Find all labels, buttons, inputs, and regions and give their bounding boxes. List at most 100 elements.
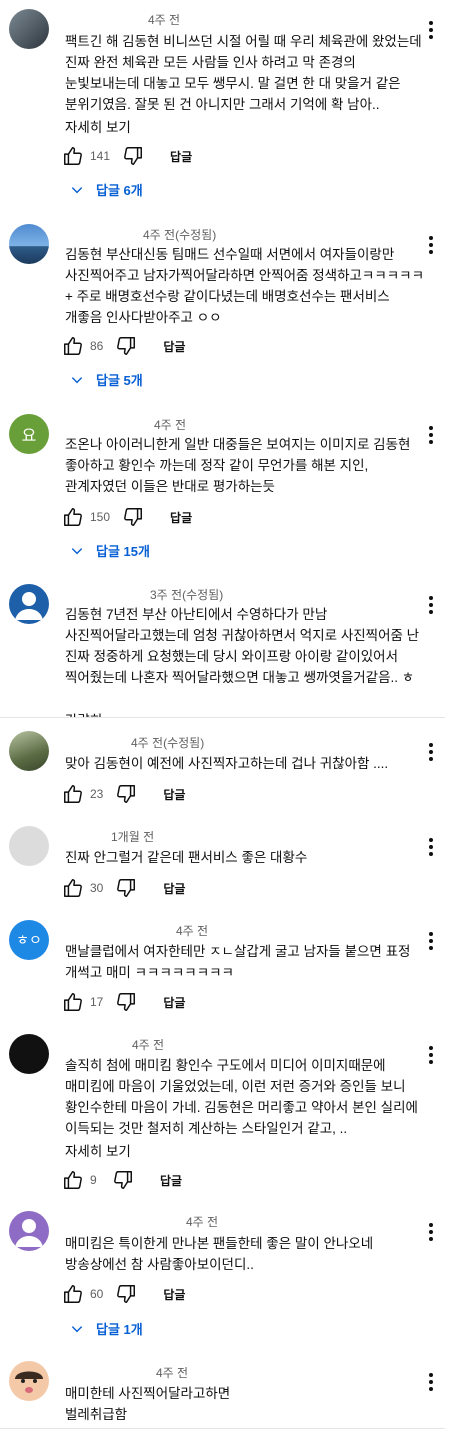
show-less-link[interactable]: 간략히 [65, 709, 102, 717]
thumbs-up-icon[interactable] [62, 506, 84, 528]
avatar[interactable] [9, 9, 49, 49]
reply-button[interactable]: 답글 [163, 338, 185, 355]
comment-actions: 141 답글 [62, 144, 192, 168]
reply-button[interactable]: 답글 [163, 786, 185, 803]
thumbs-down-icon[interactable] [115, 877, 137, 899]
reply-button[interactable]: 답글 [170, 509, 192, 526]
replies-count: 답글 6개 [96, 183, 143, 198]
view-replies-button[interactable]: 답글 1개 [70, 1319, 143, 1338]
comment-text: 맞아 김동현이 예전에 사진찍자고하는데 겁나 귀찮아함 .... [65, 756, 389, 771]
thumbs-down-icon[interactable] [112, 1169, 134, 1191]
thumbs-up-icon[interactable] [62, 1169, 84, 1191]
comment-text: 김동현 부산대신동 팀매드 선수일때 서면에서 여자들이랑만 사진찍어주고 남자… [65, 247, 425, 325]
more-vert-icon[interactable] [423, 593, 439, 617]
thumbs-down-icon[interactable] [115, 1283, 137, 1305]
comment-time: 4주 전 [176, 924, 209, 938]
view-replies-button[interactable]: 답글 6개 [70, 180, 143, 199]
like-count: 30 [90, 881, 104, 895]
like-count: 60 [90, 1287, 104, 1301]
comment-time: 4주 전(수정됨) [131, 736, 205, 750]
more-vert-icon[interactable] [423, 423, 439, 447]
thumbs-down-icon[interactable] [115, 335, 137, 357]
avatar[interactable] [9, 731, 49, 771]
more-vert-icon[interactable] [423, 18, 439, 42]
comment-actions: 150 답글 [62, 505, 192, 529]
like-count: 86 [90, 339, 104, 353]
comment-text: 맨날클럽에서 여자한테만 ㅈㄴ살갑게 굴고 남자들 붙으면 표정 개썩고 매미 … [65, 944, 411, 980]
thumbs-down-icon[interactable] [122, 145, 144, 167]
thumbs-down-icon[interactable] [115, 991, 137, 1013]
comment-time: 4주 전(수정됨) [143, 228, 217, 242]
more-vert-icon[interactable] [423, 1220, 439, 1244]
avatar[interactable]: ㅎㅇ [9, 920, 49, 960]
avatar-letter: ㅎㅇ [16, 932, 42, 948]
default-user-icon [15, 592, 43, 620]
collapse-clip: 간략히 [0, 700, 473, 717]
like-count: 150 [90, 510, 111, 524]
chevron-down-icon [71, 186, 83, 193]
reply-button[interactable]: 답글 [170, 148, 192, 165]
thumbs-up-icon[interactable] [62, 145, 84, 167]
like-count: 141 [90, 149, 111, 163]
replies-count: 답글 5개 [96, 373, 143, 388]
avatar[interactable] [9, 1361, 49, 1401]
avatar-letter: 요 [21, 428, 37, 445]
more-vert-icon[interactable] [423, 1370, 439, 1394]
chevron-down-icon [71, 1325, 83, 1332]
comment-time: 4주 전 [132, 1038, 165, 1052]
reply-button[interactable]: 답글 [163, 994, 185, 1011]
avatar[interactable] [9, 1211, 49, 1251]
comment-time: 4주 전 [154, 418, 187, 432]
thumbs-up-icon[interactable] [62, 991, 84, 1013]
avatar[interactable]: 요 [9, 414, 49, 454]
comment-text: 조온나 아이러니한게 일반 대중들은 보여지는 이미지로 김동현 좋아하고 황인… [65, 437, 411, 494]
read-more-link[interactable]: 자세히 보기 [65, 1140, 131, 1160]
more-vert-icon[interactable] [423, 233, 439, 257]
comment-time: 4주 전 [148, 13, 181, 27]
comment-text: 솔직히 첨에 매미킴 황인수 구도에서 미디어 이미지때문에 매미킴에 마음이 … [65, 1058, 418, 1136]
like-count: 9 [90, 1173, 97, 1187]
comment-actions: 60 답글 [62, 1282, 185, 1306]
more-vert-icon[interactable] [423, 1043, 439, 1067]
comment-text: 매미킴은 특이한게 만나본 팬들한테 좋은 말이 안나오네 방송상에선 참 사람… [65, 1236, 374, 1272]
thumbs-up-icon[interactable] [62, 335, 84, 357]
comment-actions: 17 답글 [62, 990, 185, 1014]
more-vert-icon[interactable] [423, 740, 439, 764]
comment-time: 1개월 전 [111, 830, 155, 844]
avatar[interactable] [9, 584, 49, 624]
comment-actions: 30 답글 [62, 876, 185, 900]
chevron-down-icon [71, 547, 83, 554]
reply-button[interactable]: 답글 [163, 1286, 185, 1303]
read-more-link[interactable]: 자세히 보기 [65, 116, 131, 136]
thumbs-up-icon[interactable] [62, 783, 84, 805]
thumbs-up-icon[interactable] [62, 1283, 84, 1305]
more-vert-icon[interactable] [423, 835, 439, 859]
replies-count: 답글 1개 [96, 1322, 143, 1337]
like-count: 17 [90, 995, 104, 1009]
comment-time: 4주 전 [156, 1366, 189, 1380]
like-count: 23 [90, 787, 104, 801]
more-vert-icon[interactable] [423, 929, 439, 953]
chevron-down-icon [71, 376, 83, 383]
comment-text: 김동현 7년전 부산 아난티에서 수영하다가 만남 사진찍어달라고했는데 엄청 … [65, 607, 420, 685]
avatar[interactable] [9, 224, 49, 264]
cartoon-face-icon [15, 1371, 43, 1393]
view-replies-button[interactable]: 답글 15개 [70, 541, 150, 560]
divider [0, 1428, 445, 1429]
thumbs-down-icon[interactable] [122, 506, 144, 528]
avatar[interactable] [9, 1034, 49, 1074]
comment-text: 진짜 안그럴거 같은데 팬서비스 좋은 대황수 [65, 850, 308, 865]
view-replies-button[interactable]: 답글 5개 [70, 370, 143, 389]
reply-button[interactable]: 답글 [163, 880, 185, 897]
comment-actions: 86 답글 [62, 334, 185, 358]
replies-count: 답글 15개 [96, 544, 150, 559]
comment-time: 3주 전(수정됨) [150, 588, 224, 602]
default-user-icon [15, 1219, 43, 1247]
reply-button[interactable]: 답글 [160, 1172, 182, 1189]
thumbs-down-icon[interactable] [115, 783, 137, 805]
comment-time: 4주 전 [186, 1215, 219, 1229]
thumbs-up-icon[interactable] [62, 877, 84, 899]
comment-text: 팩트긴 해 김동현 비니쓰던 시절 어릴 때 우리 체육관에 왔었는데 진짜 완… [65, 34, 422, 112]
divider [0, 717, 445, 718]
avatar[interactable] [9, 826, 49, 866]
